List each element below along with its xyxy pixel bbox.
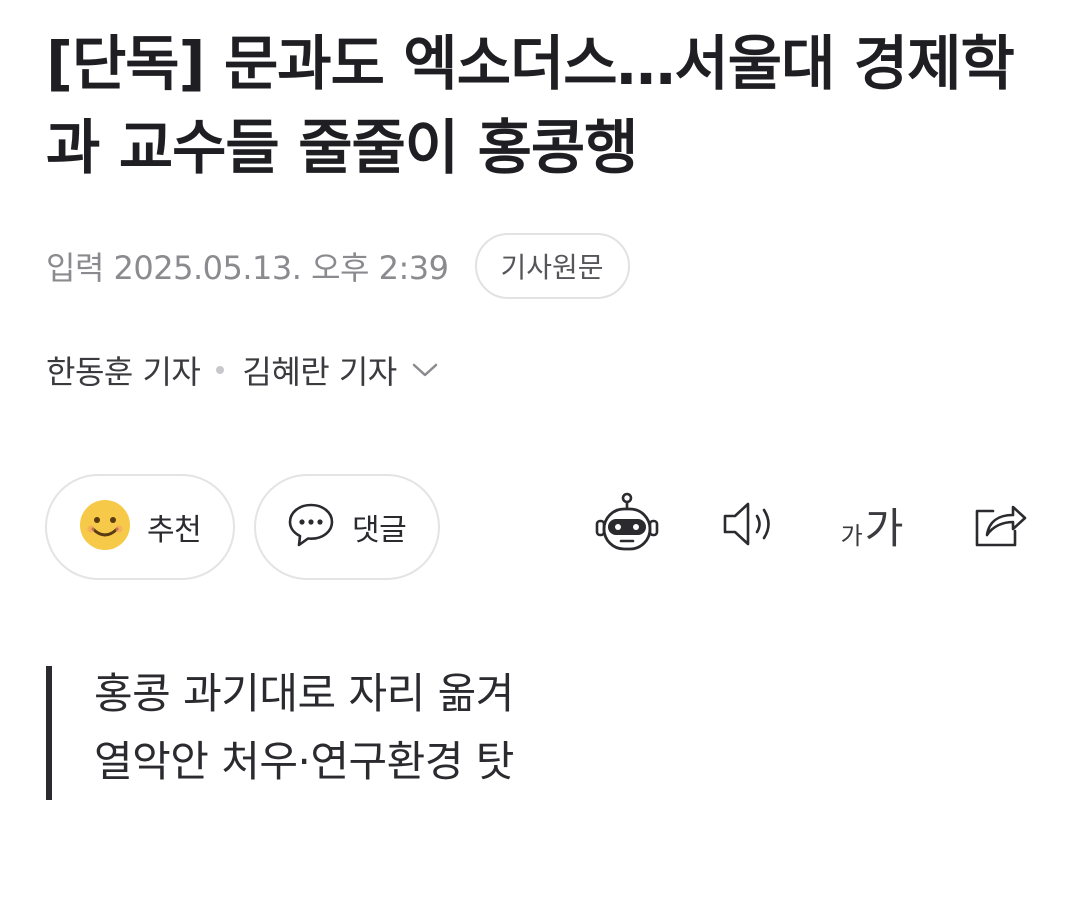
article-headline: [단독] 문과도 엑소더스…서울대 경제학과 교수들 줄줄이 홍콩행	[46, 29, 1015, 182]
recommend-label: 추천	[147, 513, 202, 548]
speaker-icon	[721, 499, 779, 553]
share-icon	[971, 497, 1029, 555]
author-name[interactable]: 김혜란 기자	[242, 347, 397, 393]
ai-summary-button[interactable]	[594, 490, 660, 562]
share-button[interactable]	[970, 490, 1030, 562]
smiley-face-icon	[79, 499, 131, 555]
recommend-button[interactable]: 추천	[45, 474, 235, 580]
article-meta: 입력 2025.05.13. 오후 2:39 기사원문	[46, 232, 630, 300]
font-large-glyph: 가	[864, 504, 904, 553]
comment-button[interactable]: 댓글	[254, 474, 440, 580]
chevron-down-icon[interactable]	[411, 356, 439, 384]
author-name[interactable]: 한동훈 기자	[46, 347, 201, 393]
published-date: 입력 2025.05.13. 오후 2:39	[46, 249, 449, 287]
font-size-icon: 가 가	[841, 500, 904, 552]
font-small-glyph: 가	[840, 522, 863, 550]
robot-icon	[594, 491, 660, 561]
original-article-button[interactable]: 기사원문	[474, 233, 630, 299]
comment-label: 댓글	[352, 513, 407, 548]
font-size-button[interactable]: 가 가	[836, 490, 908, 562]
article-summary: 홍콩 과기대로 자리 옮겨 열악안 처우·연구환경 탓	[46, 666, 514, 800]
summary-line: 홍콩 과기대로 자리 옮겨	[94, 669, 514, 718]
speech-bubble-icon	[286, 500, 336, 554]
text-to-speech-button[interactable]	[720, 490, 780, 562]
summary-line: 열악안 처우·연구환경 탓	[94, 737, 514, 786]
byline-separator	[216, 366, 225, 374]
byline[interactable]: 한동훈 기자 김혜란 기자	[46, 344, 439, 396]
